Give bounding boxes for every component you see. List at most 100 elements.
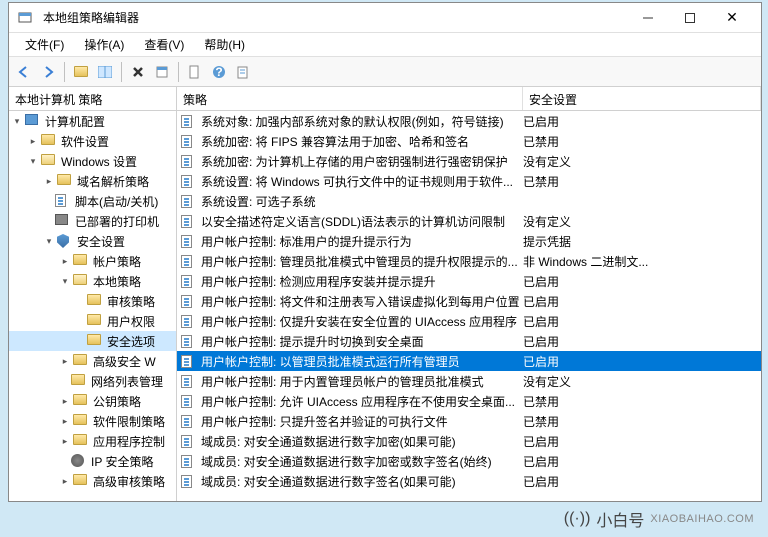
tree-advaudit[interactable]: ▸高级审核策略: [9, 471, 176, 491]
tree-netlist[interactable]: 网络列表管理: [9, 371, 176, 391]
policy-value: 提示凭据: [523, 233, 761, 250]
minimize-button[interactable]: [627, 3, 669, 33]
up-button[interactable]: [70, 61, 92, 83]
view-list-button[interactable]: [94, 61, 116, 83]
policy-name: 系统加密: 将 FIPS 兼容算法用于加密、哈希和签名: [201, 133, 523, 150]
policy-name: 系统设置: 可选子系统: [201, 193, 523, 210]
policy-row[interactable]: 用户帐户控制: 标准用户的提升提示行为提示凭据: [177, 231, 761, 251]
policy-value: 没有定义: [523, 373, 761, 390]
policy-row[interactable]: 用户帐户控制: 将文件和注册表写入错误虚拟化到每用户位置已启用: [177, 291, 761, 311]
tree-body[interactable]: ▾计算机配置 ▸软件设置 ▾Windows 设置 ▸域名解析策略 脚本(启动/关…: [9, 111, 176, 501]
policy-name: 用户帐户控制: 检测应用程序安装并提示提升: [201, 273, 523, 290]
tree-security[interactable]: ▾安全设置: [9, 231, 176, 251]
tree-pubkey[interactable]: ▸公钥策略: [9, 391, 176, 411]
policy-value: 没有定义: [523, 213, 761, 230]
list-body[interactable]: 系统对象: 加强内部系统对象的默认权限(例如，符号链接)已启用系统加密: 将 F…: [177, 111, 761, 501]
watermark-brand: 小白号: [596, 507, 644, 531]
policy-row[interactable]: 用户帐户控制: 只提升签名并验证的可执行文件已禁用: [177, 411, 761, 431]
policy-name: 用户帐户控制: 标准用户的提升提示行为: [201, 233, 523, 250]
policy-row[interactable]: 系统加密: 将 FIPS 兼容算法用于加密、哈希和签名已禁用: [177, 131, 761, 151]
back-button[interactable]: [13, 61, 35, 83]
tree-secopt[interactable]: 安全选项: [9, 331, 176, 351]
tree-dns[interactable]: ▸域名解析策略: [9, 171, 176, 191]
policy-name: 用户帐户控制: 以管理员批准模式运行所有管理员: [201, 353, 523, 370]
policy-value: 已禁用: [523, 393, 761, 410]
policy-value: 已启用: [523, 473, 761, 490]
policy-icon: [181, 194, 197, 208]
policy-row[interactable]: 系统设置: 可选子系统: [177, 191, 761, 211]
policy-icon: [181, 294, 197, 308]
tree-audit[interactable]: 审核策略: [9, 291, 176, 311]
delete-button[interactable]: [127, 61, 149, 83]
tree-ipsec[interactable]: IP 安全策略: [9, 451, 176, 471]
policy-value: 已启用: [523, 313, 761, 330]
policy-row[interactable]: 用户帐户控制: 检测应用程序安装并提示提升已启用: [177, 271, 761, 291]
policy-row[interactable]: 用户帐户控制: 仅提升安装在安全位置的 UIAccess 应用程序已启用: [177, 311, 761, 331]
tree-software[interactable]: ▸软件设置: [9, 131, 176, 151]
tree-windows[interactable]: ▾Windows 设置: [9, 151, 176, 171]
policy-name: 系统加密: 为计算机上存储的用户密钥强制进行强密钥保护: [201, 153, 523, 170]
policy-icon: [181, 454, 197, 468]
policy-row[interactable]: 以安全描述符定义语言(SDDL)语法表示的计算机访问限制没有定义: [177, 211, 761, 231]
col-setting[interactable]: 安全设置: [523, 87, 761, 110]
policy-row[interactable]: 域成员: 对安全通道数据进行数字加密或数字签名(始终)已启用: [177, 451, 761, 471]
policy-icon: [181, 374, 197, 388]
tree-script[interactable]: 脚本(启动/关机): [9, 191, 176, 211]
policy-icon: [181, 334, 197, 348]
policy-value: 已启用: [523, 293, 761, 310]
help-button[interactable]: ?: [208, 61, 230, 83]
menu-file[interactable]: 文件(F): [15, 33, 74, 56]
policy-icon: [181, 414, 197, 428]
tree-local[interactable]: ▾本地策略: [9, 271, 176, 291]
policy-row[interactable]: 用户帐户控制: 允许 UIAccess 应用程序在不使用安全桌面...已禁用: [177, 391, 761, 411]
policy-row[interactable]: 用户帐户控制: 用于内置管理员帐户的管理员批准模式没有定义: [177, 371, 761, 391]
col-policy[interactable]: 策略: [177, 87, 523, 110]
policy-icon: [181, 234, 197, 248]
policy-row[interactable]: 用户帐户控制: 以管理员批准模式运行所有管理员已启用: [177, 351, 761, 371]
menu-action[interactable]: 操作(A): [74, 33, 134, 56]
policy-row[interactable]: 域成员: 对安全通道数据进行数字签名(如果可能)已启用: [177, 471, 761, 491]
policy-name: 用户帐户控制: 提示提升时切换到安全桌面: [201, 333, 523, 350]
policy-name: 域成员: 对安全通道数据进行数字签名(如果可能): [201, 473, 523, 490]
tree-advw[interactable]: ▸高级安全 W: [9, 351, 176, 371]
refresh-button[interactable]: [184, 61, 206, 83]
watermark: ((·)) 小白号 XIAOBAIHAO.COM: [564, 507, 754, 531]
policy-name: 系统设置: 将 Windows 可执行文件中的证书规则用于软件...: [201, 173, 523, 190]
export-button[interactable]: [232, 61, 254, 83]
close-button[interactable]: ✕: [711, 3, 753, 33]
policy-name: 用户帐户控制: 将文件和注册表写入错误虚拟化到每用户位置: [201, 293, 523, 310]
maximize-button[interactable]: [669, 3, 711, 33]
policy-icon: [181, 114, 197, 128]
policy-value: 已禁用: [523, 133, 761, 150]
tree-account[interactable]: ▸帐户策略: [9, 251, 176, 271]
watermark-url: XIAOBAIHAO.COM: [650, 513, 754, 525]
policy-row[interactable]: 用户帐户控制: 提示提升时切换到安全桌面已启用: [177, 331, 761, 351]
tree-softrest[interactable]: ▸软件限制策略: [9, 411, 176, 431]
policy-row[interactable]: 系统设置: 将 Windows 可执行文件中的证书规则用于软件...已禁用: [177, 171, 761, 191]
tree-appctrl[interactable]: ▸应用程序控制: [9, 431, 176, 451]
policy-row[interactable]: 域成员: 对安全通道数据进行数字加密(如果可能)已启用: [177, 431, 761, 451]
properties-button[interactable]: [151, 61, 173, 83]
policy-name: 用户帐户控制: 管理员批准模式中管理员的提升权限提示的...: [201, 253, 523, 270]
window-title: 本地组策略编辑器: [39, 9, 627, 26]
policy-icon: [181, 154, 197, 168]
policy-name: 域成员: 对安全通道数据进行数字加密(如果可能): [201, 433, 523, 450]
app-icon: [17, 10, 33, 26]
tree-root-computer[interactable]: ▾计算机配置: [9, 111, 176, 131]
policy-value: 没有定义: [523, 153, 761, 170]
tree-panel: 本地计算机 策略 ▾计算机配置 ▸软件设置 ▾Windows 设置 ▸域名解析策…: [9, 87, 177, 501]
policy-row[interactable]: 用户帐户控制: 管理员批准模式中管理员的提升权限提示的...非 Windows …: [177, 251, 761, 271]
policy-icon: [181, 254, 197, 268]
tree-printer[interactable]: 已部署的打印机: [9, 211, 176, 231]
forward-button[interactable]: [37, 61, 59, 83]
menubar: 文件(F) 操作(A) 查看(V) 帮助(H): [9, 33, 761, 57]
tree-header: 本地计算机 策略: [9, 87, 176, 111]
menu-view[interactable]: 查看(V): [134, 33, 194, 56]
policy-name: 用户帐户控制: 仅提升安装在安全位置的 UIAccess 应用程序: [201, 313, 523, 330]
policy-value: 非 Windows 二进制文...: [523, 253, 761, 270]
policy-row[interactable]: 系统加密: 为计算机上存储的用户密钥强制进行强密钥保护没有定义: [177, 151, 761, 171]
menu-help[interactable]: 帮助(H): [194, 33, 255, 56]
policy-name: 用户帐户控制: 用于内置管理员帐户的管理员批准模式: [201, 373, 523, 390]
policy-row[interactable]: 系统对象: 加强内部系统对象的默认权限(例如，符号链接)已启用: [177, 111, 761, 131]
tree-rights[interactable]: 用户权限: [9, 311, 176, 331]
